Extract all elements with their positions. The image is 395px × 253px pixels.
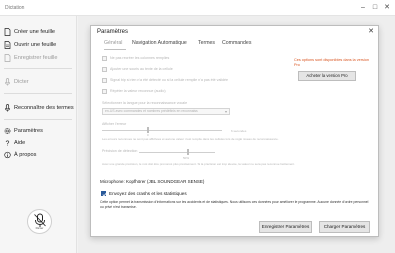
sidebar-divider	[4, 119, 72, 120]
window-title: Dictation	[5, 5, 25, 11]
load-settings-button[interactable]: Charger Paramètres	[319, 221, 370, 233]
sidebar-item-create-sheet[interactable]: Créer une feuille	[4, 27, 76, 38]
active-tab-indicator	[104, 49, 126, 50]
checkmark-icon	[102, 192, 107, 197]
pro-notice: Ces options sont disponibles dans la ver…	[294, 58, 369, 67]
gear-icon	[4, 127, 11, 135]
help-icon: ?	[4, 139, 11, 147]
minimize-icon[interactable]: –	[357, 3, 369, 12]
precision-value-label: 50%	[183, 156, 190, 160]
language-select[interactable]: en-US avec commandes et nombres prédéfin…	[102, 108, 230, 115]
send-stats-description: Cette option permet la transmission d'in…	[100, 200, 369, 209]
sidebar: Créer une feuille Ouvrir une feuille Enr…	[0, 16, 77, 253]
option-checkbox[interactable]	[102, 78, 107, 83]
display-description: Les erreurs reconnues ne sont pas affich…	[102, 137, 279, 141]
precision-label: Précision de détection	[102, 149, 138, 153]
sidebar-item-help[interactable]: ? Aide	[4, 138, 76, 149]
language-value: en-US avec commandes et nombres prédéfin…	[105, 109, 198, 113]
maximize-icon[interactable]: □	[369, 3, 381, 12]
dictate-mic-button[interactable]: Dicter	[27, 209, 52, 234]
dialog-title: Paramètres	[97, 29, 129, 35]
display-max-label: 6 secondes	[231, 129, 247, 133]
sidebar-item-settings[interactable]: Paramètres	[4, 126, 76, 137]
close-window-icon[interactable]: ✕	[381, 3, 393, 12]
sidebar-divider	[4, 93, 72, 94]
chevron-down-icon: ▾	[224, 109, 227, 114]
option-checkbox[interactable]	[102, 56, 107, 61]
precision-slider-thumb[interactable]	[187, 149, 189, 155]
sidebar-divider	[4, 68, 72, 69]
settings-dialog: Paramètres ✕ Général Navigation Automati…	[90, 25, 379, 237]
sidebar-item-dictate[interactable]: Dicter	[4, 77, 76, 88]
tab-auto-navigation[interactable]: Navigation Automatique	[132, 40, 187, 46]
option-checkbox[interactable]	[102, 67, 107, 72]
option-label: Répéter la valeur reconnue (audio)	[110, 89, 166, 93]
precision-description: Avec une grande précision, le mot doit ê…	[102, 162, 295, 166]
buy-pro-button[interactable]: Acheter la version Pro	[298, 71, 356, 81]
microphone-icon	[4, 77, 11, 86]
tab-general[interactable]: Général	[104, 40, 122, 46]
microphone-info: Microphone: Kopfhörer (JBL SOUNDGEAR SEN…	[100, 179, 205, 184]
tab-terms[interactable]: Termes	[198, 40, 215, 46]
option-checkbox[interactable]	[102, 89, 107, 94]
display-slider-track[interactable]	[102, 130, 222, 131]
tab-commands[interactable]: Commandes	[222, 40, 251, 46]
precision-slider-track[interactable]	[139, 152, 215, 153]
sidebar-item-recognize-terms[interactable]: Reconnaître des termes	[4, 103, 76, 114]
display-error-label: Afficher l'erreur	[102, 122, 127, 126]
language-label: Sélectionner la langue pour la reconnais…	[102, 101, 188, 105]
save-document-icon	[4, 53, 11, 62]
option-label: Ajouter une souris au texte de la cellul…	[110, 67, 173, 71]
info-icon	[4, 151, 11, 159]
sidebar-item-save-sheet[interactable]: Enregistrer feuille	[4, 53, 76, 64]
microphone-icon	[4, 103, 11, 112]
save-settings-button[interactable]: Enregistrer Paramètres	[259, 221, 312, 233]
option-label: Signal bip si rien n'a été détecté ou si…	[110, 78, 229, 82]
send-stats-checkbox[interactable]	[101, 191, 107, 197]
close-icon[interactable]: ✕	[365, 27, 377, 37]
svg-text:?: ?	[6, 140, 10, 147]
mic-button-label: Dicter	[35, 226, 44, 230]
sidebar-item-open-sheet[interactable]: Ouvrir une feuille	[4, 40, 76, 51]
option-label: Ne pas recréer les colonnes remplies	[110, 56, 170, 60]
new-document-icon	[4, 27, 11, 36]
sidebar-item-about[interactable]: À propos	[4, 150, 76, 161]
send-stats-label: Envoyez des crashs et les statistiques	[109, 191, 187, 196]
open-document-icon	[4, 40, 11, 49]
title-bar: Dictation – □ ✕	[0, 0, 395, 16]
